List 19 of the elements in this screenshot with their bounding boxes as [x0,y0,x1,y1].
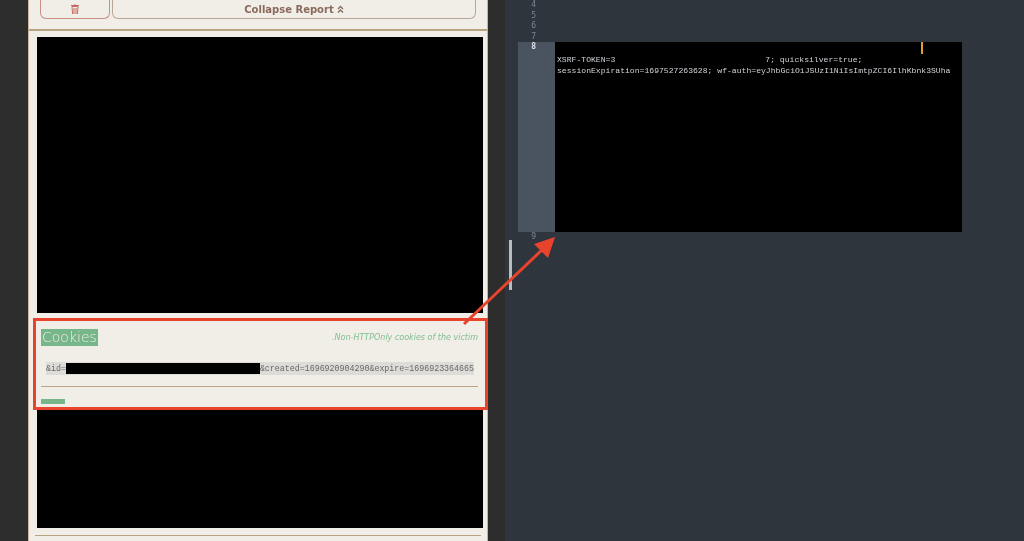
cookie-text: &created=1696920904290&expire=1696923364665 [259,364,474,373]
section-note: .Non-HTTPOnly cookies of the victim [332,333,478,342]
code-text: sessionExpiration=1697527263628; wf-auth=eyJhbGciOiJSUzI1NiIsImtpZCI6IlhKbnk3SUha [557,66,951,76]
text-cursor [921,41,923,54]
cookie-text: &id= [46,364,66,373]
collapse-report-button[interactable]: Collapse Report [112,0,476,19]
trash-icon [71,4,79,14]
line-number: 6 [530,21,537,32]
scroll-handle[interactable] [509,240,512,290]
line-number: 9 [530,232,537,243]
double-chevron-up-icon [336,5,344,13]
delete-button[interactable] [40,0,110,19]
line-number: 5 [530,10,537,21]
line-number: 4 [530,0,537,11]
line-number: 7 [530,31,537,42]
code-text: 7; quicksilver=true; [765,54,863,64]
code-text: XSRF-TOKEN=3 [557,54,616,64]
line-number: 8 [518,42,555,232]
section-title: Cookies [41,329,98,346]
